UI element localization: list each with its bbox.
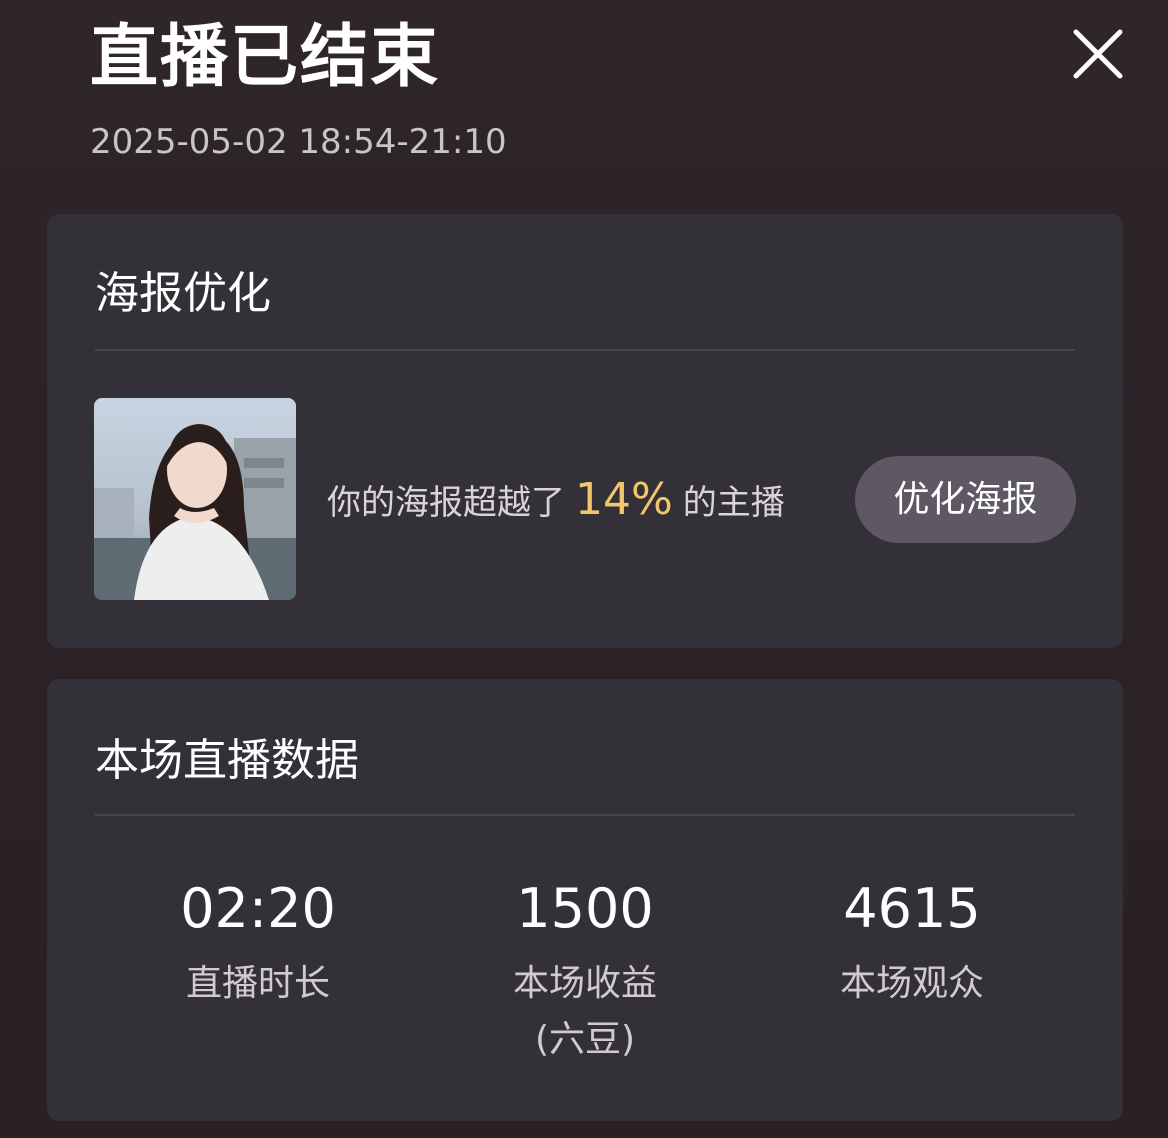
close-icon: [1073, 29, 1123, 79]
stats-card-divider: [95, 814, 1075, 816]
stat-earnings-value: 1500: [516, 877, 654, 940]
stat-earnings-label: 本场收益: [512, 963, 657, 1004]
stat-earnings-unit: (六豆): [534, 1019, 636, 1060]
poster-rank-prefix: 你的海报超越了: [327, 483, 565, 523]
poster-card-title: 海报优化: [95, 268, 271, 319]
stat-viewers-label: 本场观众: [839, 963, 984, 1004]
stat-duration-label: 直播时长: [185, 963, 330, 1004]
live-stats-card: 本场直播数据 02:20 直播时长 1500 本场收益 (六豆) 4615 本场…: [47, 679, 1123, 1121]
stat-duration-value: 02:20: [180, 877, 336, 940]
stat-duration: 02:20 直播时长: [108, 874, 408, 1012]
live-time-range: 2025-05-02 18:54-21:10: [90, 122, 507, 162]
stat-earnings: 1500 本场收益 (六豆): [435, 874, 735, 1068]
optimize-poster-button[interactable]: 优化海报: [855, 456, 1076, 543]
stat-viewers: 4615 本场观众: [762, 874, 1062, 1012]
poster-optimization-card: 海报优化 你的海报超越了 14% 的主播 优化海报: [47, 214, 1123, 648]
poster-thumbnail: [94, 398, 296, 600]
poster-rank-suffix: 的主播: [682, 483, 785, 523]
poster-rank-percent: 14%: [575, 474, 673, 525]
poster-card-divider: [95, 349, 1075, 351]
live-ended-screen: 直播已结束 2025-05-02 18:54-21:10 海报优化 你的海报超越…: [0, 0, 1168, 1138]
close-button[interactable]: [1068, 24, 1128, 84]
stat-viewers-value: 4615: [843, 877, 981, 940]
poster-rank-text: 你的海报超越了 14% 的主播: [327, 472, 785, 531]
page-title: 直播已结束: [90, 18, 441, 97]
stats-card-title: 本场直播数据: [95, 735, 359, 786]
